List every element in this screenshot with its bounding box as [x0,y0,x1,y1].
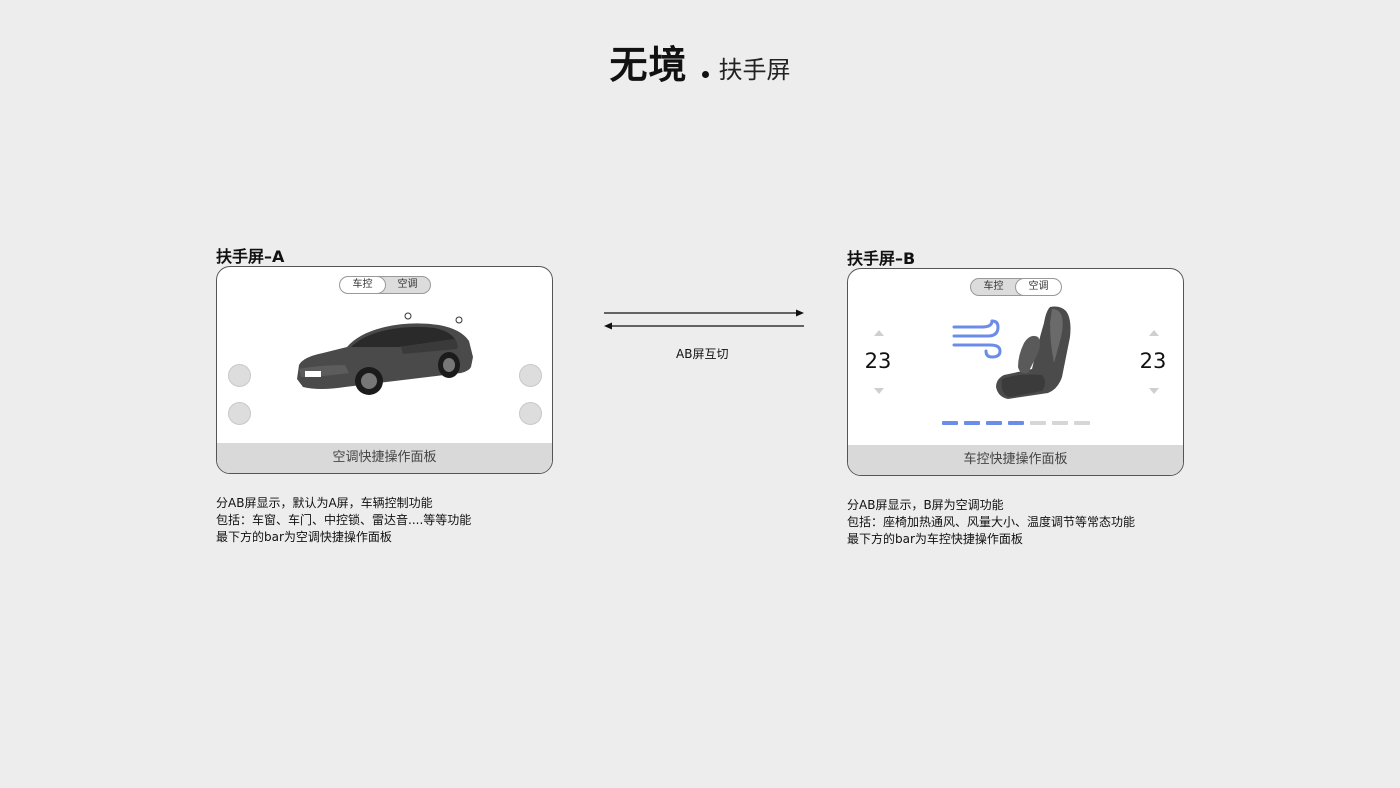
temp-right-up-icon[interactable] [1149,330,1159,336]
control-button-left-bottom[interactable] [228,402,251,425]
panel-a-description: 分AB屏显示，默认为A屏，车辆控制功能 包括：车窗、车门、中控锁、雷达音....… [216,495,471,546]
fan-level-segment[interactable] [964,421,980,425]
screen-b-tab-switch[interactable]: 车控 空调 [970,278,1062,296]
ab-switch-label: AB屏互切 [676,347,729,361]
screen-a-tab-switch[interactable]: 车控 空调 [339,276,431,294]
page-header: 无境 扶手屏 [0,34,1400,89]
panel-b-desc-line: 包括：座椅加热通风、风量大小、温度调节等常态功能 [847,515,1136,529]
fan-level-segment[interactable] [1030,421,1046,425]
temp-left-up-icon[interactable] [874,330,884,336]
car-icon [297,312,473,395]
panel-b-desc-line: 分AB屏显示，B屏为空调功能 [847,498,1004,512]
arrow-right-icon [604,309,804,317]
vehicle-quick-panel-bar[interactable]: 车控快捷操作面板 [848,445,1183,475]
panel-a-desc-line: 包括：车窗、车门、中控锁、雷达音....等等功能 [216,513,472,527]
panel-a-desc-line: 最下方的bar为空调快捷操作面板 [216,530,392,544]
temp-left-down-icon[interactable] [874,388,884,394]
temp-right-value: 23 [1139,349,1167,373]
panel-b-title: 扶手屏–B [847,249,916,268]
fan-level-segment[interactable] [1074,421,1090,425]
control-button-left-top[interactable] [228,364,251,387]
fan-level-segment[interactable] [986,421,1002,425]
arrow-left-icon [604,322,804,330]
tab-vehicle-control[interactable]: 车控 [340,277,385,293]
panel-b-description: 分AB屏显示，B屏为空调功能 包括：座椅加热通风、风量大小、温度调节等常态功能 … [847,497,1135,548]
control-button-right-bottom[interactable] [519,402,542,425]
fan-level-segment[interactable] [1008,421,1024,425]
fan-level-segment[interactable] [1052,421,1068,425]
temp-left-value: 23 [864,349,892,373]
seat-icon[interactable] [988,303,1088,409]
panel-a-title: 扶手屏–A [216,247,285,266]
tab-climate[interactable]: 空调 [1016,279,1061,295]
page-subtitle: 扶手屏 [718,56,791,84]
control-button-right-top[interactable] [519,364,542,387]
tab-climate[interactable]: 空调 [385,277,430,293]
armrest-screen-b: 车控 空调 23 23 车控快捷操作面板 [847,268,1184,476]
armrest-screen-a: 车控 空调 空调快捷操作面板 [216,266,553,474]
fan-level-segment[interactable] [942,421,958,425]
panel-a-desc-line: 分AB屏显示，默认为A屏，车辆控制功能 [216,496,433,510]
climate-quick-panel-bar[interactable]: 空调快捷操作面板 [217,443,552,473]
panel-b-desc-line: 最下方的bar为车控快捷操作面板 [847,532,1023,546]
temp-right-down-icon[interactable] [1149,388,1159,394]
title-separator-dot [701,71,709,78]
tab-vehicle-control[interactable]: 车控 [971,279,1016,295]
page-title: 无境 [609,43,688,87]
